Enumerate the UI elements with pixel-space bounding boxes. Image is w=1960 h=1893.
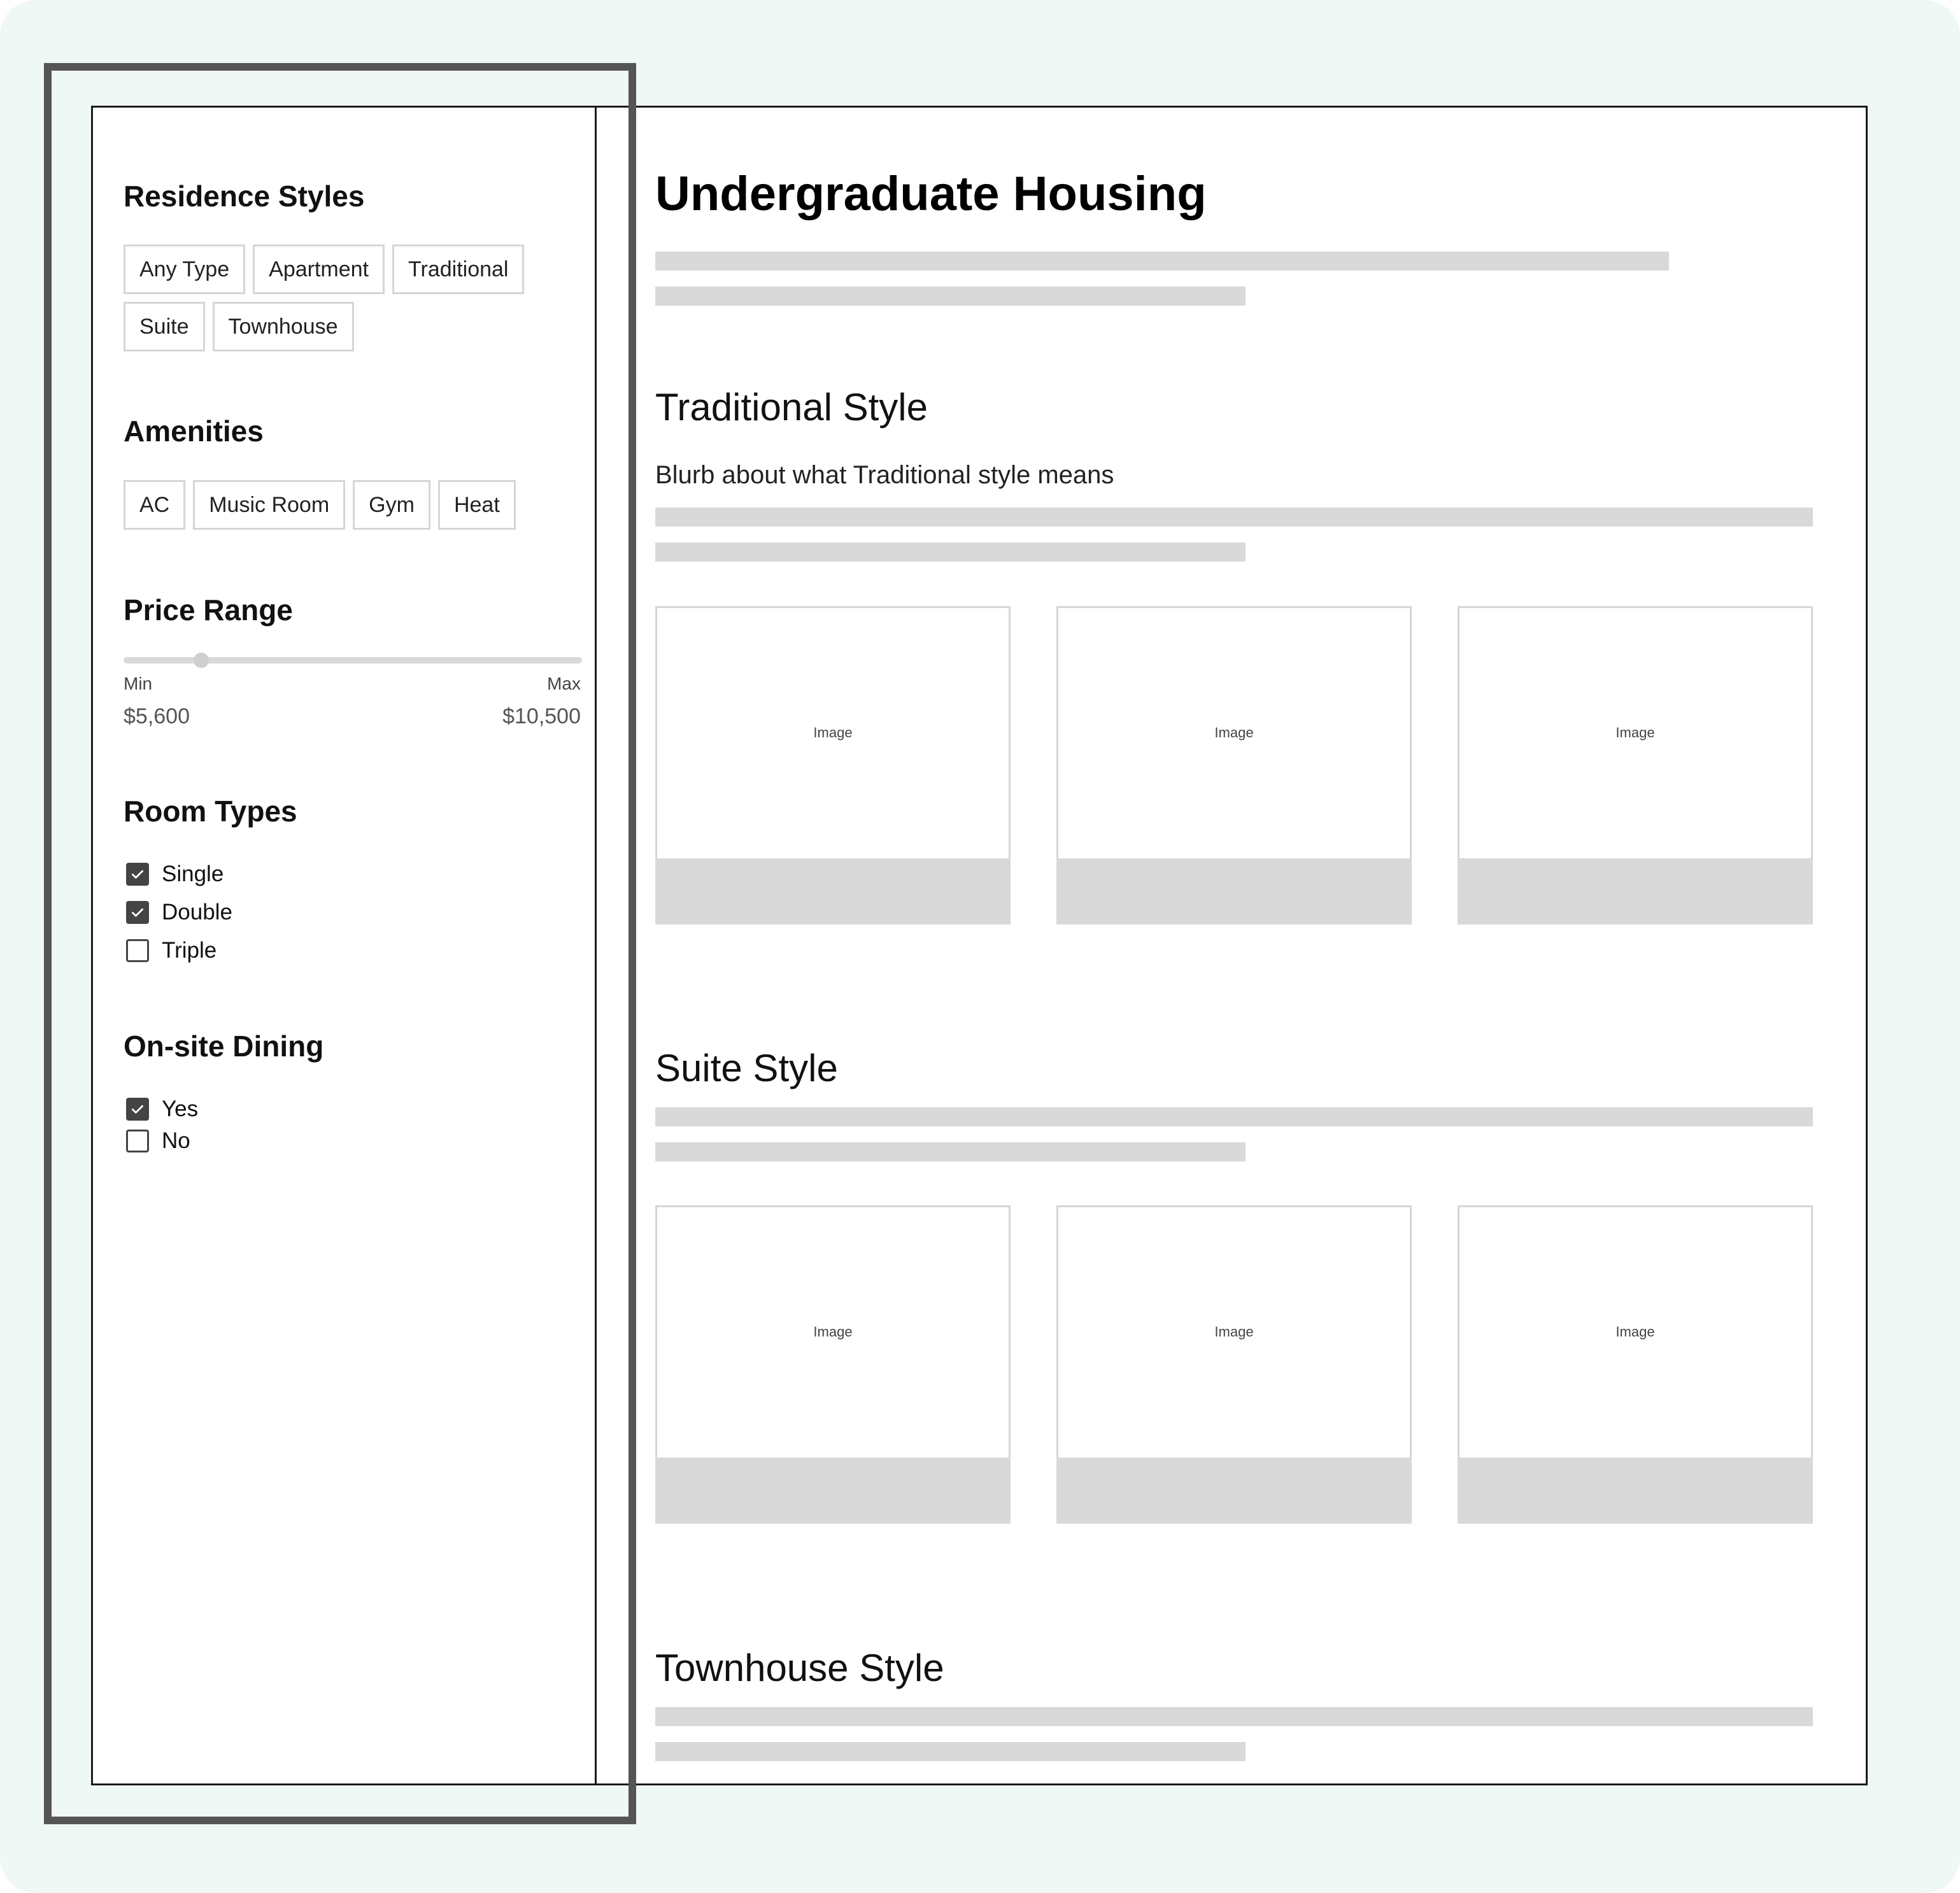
card-caption-placeholder <box>1458 1457 1813 1524</box>
residence-styles-heading: Residence Styles <box>124 180 365 213</box>
canvas: Residence Styles Any Type Apartment Trad… <box>0 0 1960 1893</box>
chip-ac[interactable]: AC <box>124 480 186 530</box>
checkbox-double[interactable] <box>126 901 149 924</box>
placeholder-text-line <box>655 507 1813 527</box>
chip-apartment[interactable]: Apartment <box>253 245 385 294</box>
dining-heading: On-site Dining <box>124 1030 324 1063</box>
housing-card[interactable]: Image <box>655 606 1011 925</box>
check-icon <box>132 870 143 879</box>
price-slider-thumb[interactable] <box>194 653 209 668</box>
page-frame: Residence Styles Any Type Apartment Trad… <box>91 106 1868 1785</box>
chip-any-type[interactable]: Any Type <box>124 245 246 294</box>
placeholder-text-line <box>655 1142 1246 1161</box>
checkbox-dining-no[interactable] <box>126 1130 149 1152</box>
price-max-value: $10,500 <box>502 704 581 728</box>
price-min-value: $5,600 <box>124 704 190 728</box>
amenities-heading: Amenities <box>124 415 264 448</box>
price-min-label: Min <box>124 674 153 693</box>
chip-heat[interactable]: Heat <box>437 480 516 530</box>
section-title-suite: Suite Style <box>655 1047 838 1089</box>
image-label: Image <box>813 1324 853 1340</box>
image-label: Image <box>813 725 853 741</box>
image-label: Image <box>1214 725 1254 741</box>
check-icon <box>132 908 143 917</box>
dining-yes[interactable]: Yes <box>126 1096 198 1122</box>
card-caption-placeholder <box>655 1457 1011 1524</box>
price-slider-track[interactable] <box>124 657 582 663</box>
placeholder-text-line <box>655 542 1246 562</box>
housing-card[interactable]: Image <box>1056 1205 1412 1524</box>
checkbox-triple[interactable] <box>126 939 149 962</box>
placeholder-text-line <box>655 287 1246 306</box>
chip-music-room[interactable]: Music Room <box>193 480 346 530</box>
room-type-single[interactable]: Single <box>126 861 224 887</box>
page-title: Undergraduate Housing <box>655 167 1207 221</box>
main-content: Undergraduate Housing Traditional Style … <box>597 108 1866 1783</box>
room-type-triple[interactable]: Triple <box>126 938 217 963</box>
filter-sidebar: Residence Styles Any Type Apartment Trad… <box>93 108 597 1783</box>
placeholder-text-line <box>655 1107 1813 1126</box>
card-image-placeholder: Image <box>1058 1207 1410 1457</box>
card-image-placeholder: Image <box>1459 608 1811 858</box>
dining-no[interactable]: No <box>126 1128 190 1154</box>
dining-label: No <box>162 1128 190 1153</box>
room-type-label: Single <box>162 861 224 886</box>
dining-label: Yes <box>162 1096 199 1121</box>
room-type-double[interactable]: Double <box>126 900 232 925</box>
image-label: Image <box>1214 1324 1254 1340</box>
placeholder-text-line <box>655 252 1669 271</box>
residence-styles-row-1: Any Type Apartment Traditional <box>124 245 525 294</box>
placeholder-text-line <box>655 1742 1246 1761</box>
amenities-row: AC Music Room Gym Heat <box>124 480 516 530</box>
room-type-label: Double <box>162 900 232 925</box>
check-icon <box>132 1105 143 1114</box>
housing-card[interactable]: Image <box>1056 606 1412 925</box>
card-caption-placeholder <box>1458 858 1813 925</box>
card-caption-placeholder <box>1056 858 1412 925</box>
section-title-traditional: Traditional Style <box>655 386 928 429</box>
price-range-heading: Price Range <box>124 593 293 627</box>
image-label: Image <box>1616 1324 1655 1340</box>
card-image-placeholder: Image <box>657 608 1009 858</box>
chip-gym[interactable]: Gym <box>353 480 430 530</box>
housing-card[interactable]: Image <box>1458 606 1813 925</box>
card-caption-placeholder <box>655 858 1011 925</box>
image-label: Image <box>1616 725 1655 741</box>
card-image-placeholder: Image <box>1459 1207 1811 1457</box>
placeholder-text-line <box>655 1707 1813 1726</box>
price-max-label: Max <box>547 674 581 693</box>
checkbox-dining-yes[interactable] <box>126 1098 149 1121</box>
section-title-townhouse: Townhouse Style <box>655 1647 944 1689</box>
residence-styles-row-2: Suite Townhouse <box>124 302 354 351</box>
checkbox-single[interactable] <box>126 863 149 886</box>
chip-traditional[interactable]: Traditional <box>392 245 525 294</box>
chip-suite[interactable]: Suite <box>124 302 205 351</box>
room-types-heading: Room Types <box>124 795 297 828</box>
section-blurb-traditional: Blurb about what Traditional style means <box>655 461 1114 489</box>
card-image-placeholder: Image <box>657 1207 1009 1457</box>
card-image-placeholder: Image <box>1058 608 1410 858</box>
room-type-label: Triple <box>162 938 217 963</box>
housing-card[interactable]: Image <box>655 1205 1011 1524</box>
card-caption-placeholder <box>1056 1457 1412 1524</box>
housing-card[interactable]: Image <box>1458 1205 1813 1524</box>
chip-townhouse[interactable]: Townhouse <box>212 302 354 351</box>
